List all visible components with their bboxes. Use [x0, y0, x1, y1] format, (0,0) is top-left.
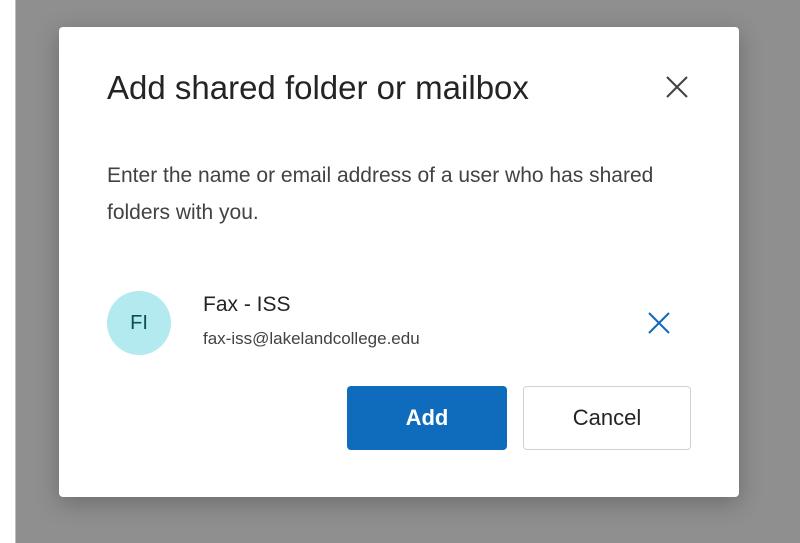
user-email: fax-iss@lakelandcollege.edu — [203, 329, 420, 348]
avatar: FI — [107, 291, 171, 355]
selected-user-chip: FI Fax - ISS fax-iss@lakelandcollege.edu — [107, 291, 697, 355]
cancel-button[interactable]: Cancel — [523, 386, 691, 450]
add-shared-folder-dialog: Add shared folder or mailbox Enter the n… — [59, 27, 739, 497]
user-name: Fax - ISS — [203, 293, 291, 316]
remove-user-button[interactable] — [641, 305, 677, 341]
close-icon — [666, 76, 688, 98]
remove-icon — [648, 312, 670, 334]
dialog-description: Enter the name or email address of a use… — [107, 164, 654, 224]
dialog-title: Add shared folder or mailbox — [107, 69, 529, 106]
add-button[interactable]: Add — [347, 386, 507, 450]
close-button[interactable] — [659, 69, 695, 105]
background-window-edge — [0, 0, 16, 543]
